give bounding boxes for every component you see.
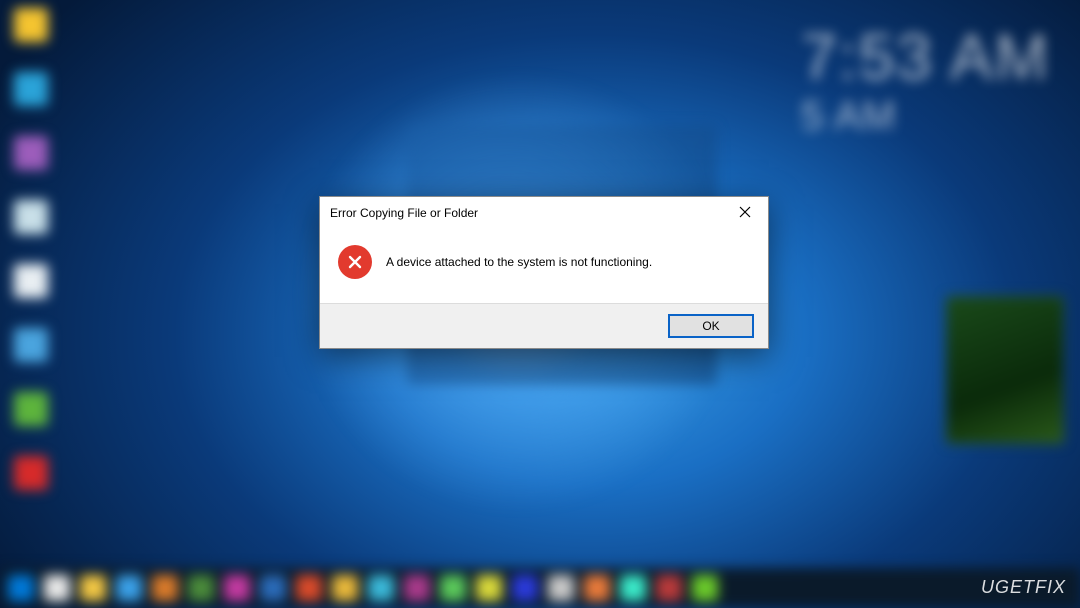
dialog-message: A device attached to the system is not f… xyxy=(386,255,652,269)
taskbar-icon[interactable] xyxy=(188,575,214,601)
desktop-icon[interactable] xyxy=(14,328,48,362)
taskbar[interactable] xyxy=(0,568,1080,608)
taskbar-icon[interactable] xyxy=(260,575,286,601)
taskbar-icon[interactable] xyxy=(332,575,358,601)
clock-time-primary: 7:53 AM xyxy=(801,20,1050,94)
taskbar-icon[interactable] xyxy=(620,575,646,601)
taskbar-icon[interactable] xyxy=(584,575,610,601)
dialog-title: Error Copying File or Folder xyxy=(330,206,478,220)
watermark-text: UGETFIX xyxy=(981,577,1066,598)
dialog-titlebar[interactable]: Error Copying File or Folder xyxy=(320,197,768,229)
clock-widget: 7:53 AM 5 AM xyxy=(801,20,1050,139)
ok-button[interactable]: OK xyxy=(668,314,754,338)
clock-time-secondary: 5 AM xyxy=(801,94,1050,139)
taskbar-icon[interactable] xyxy=(116,575,142,601)
taskbar-icon[interactable] xyxy=(8,575,34,601)
taskbar-icon[interactable] xyxy=(404,575,430,601)
desktop-icons-column xyxy=(14,8,48,490)
desktop-icon[interactable] xyxy=(14,264,48,298)
desktop-icon[interactable] xyxy=(14,392,48,426)
taskbar-icon[interactable] xyxy=(440,575,466,601)
taskbar-icon[interactable] xyxy=(656,575,682,601)
close-icon xyxy=(739,206,751,221)
error-dialog: Error Copying File or Folder A device at… xyxy=(319,196,769,349)
desktop-icon[interactable] xyxy=(14,200,48,234)
taskbar-icon[interactable] xyxy=(368,575,394,601)
desktop-icon[interactable] xyxy=(14,8,48,42)
error-icon xyxy=(338,245,372,279)
taskbar-icon[interactable] xyxy=(152,575,178,601)
taskbar-icon[interactable] xyxy=(224,575,250,601)
desktop-icon[interactable] xyxy=(14,136,48,170)
dialog-footer: OK xyxy=(320,303,768,348)
taskbar-icon[interactable] xyxy=(44,575,70,601)
taskbar-icon[interactable] xyxy=(512,575,538,601)
taskbar-icon[interactable] xyxy=(692,575,718,601)
desktop-icon[interactable] xyxy=(14,456,48,490)
close-button[interactable] xyxy=(724,199,766,227)
taskbar-icon[interactable] xyxy=(476,575,502,601)
dialog-body: A device attached to the system is not f… xyxy=(320,229,768,303)
taskbar-icon[interactable] xyxy=(80,575,106,601)
taskbar-icon[interactable] xyxy=(548,575,574,601)
taskbar-icon[interactable] xyxy=(296,575,322,601)
desktop-icon[interactable] xyxy=(14,72,48,106)
weather-widget[interactable] xyxy=(946,296,1064,444)
